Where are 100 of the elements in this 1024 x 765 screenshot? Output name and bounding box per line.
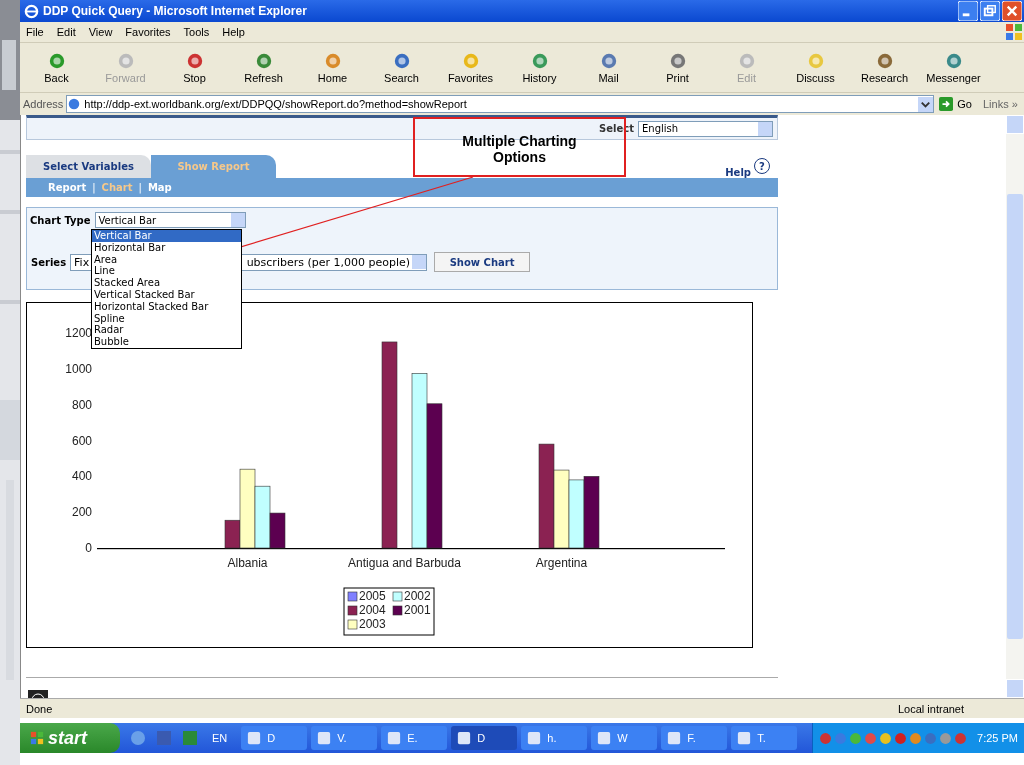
menu-item[interactable]: View (88, 26, 113, 38)
round-icon (392, 51, 411, 70)
window-icon (667, 731, 682, 745)
legend-swatch (392, 591, 403, 602)
show-chart-button[interactable]: Show Chart (434, 252, 531, 272)
menu-item[interactable]: Help (222, 26, 245, 38)
taskbar-button[interactable]: E. (381, 726, 448, 750)
minimize-button[interactable] (958, 1, 978, 21)
dropdown-option[interactable]: Vertical Stacked Bar (92, 289, 241, 301)
toolbar-button[interactable]: Search (367, 45, 436, 90)
tray-icon[interactable] (924, 731, 938, 745)
toolbar-button[interactable]: Print (643, 45, 712, 90)
separator-text: | (92, 182, 96, 193)
category-label: Albania (227, 556, 268, 570)
round-icon (461, 51, 480, 70)
round-icon (116, 51, 135, 70)
round-icon (599, 51, 618, 70)
tray-icon[interactable] (954, 731, 968, 745)
menu-item[interactable]: Favorites (125, 26, 171, 38)
toolbar-button[interactable]: Refresh (229, 45, 298, 90)
document-icon[interactable] (156, 730, 172, 746)
taskbar-button[interactable]: h. (521, 726, 588, 750)
toolbar-button[interactable]: Discuss (781, 45, 850, 90)
tab[interactable]: Select Variables (26, 155, 151, 178)
window-icon (527, 731, 542, 745)
tray-icon[interactable] (819, 731, 833, 745)
start-button[interactable]: start (20, 723, 120, 753)
window-icon (387, 731, 402, 745)
legend-swatch (347, 619, 358, 630)
window-icon (247, 731, 262, 745)
taskbar-button[interactable]: D (241, 726, 308, 750)
round-icon (185, 51, 204, 70)
window-icon (597, 731, 612, 745)
spreadsheet-icon[interactable] (182, 730, 198, 746)
scrollbar[interactable] (1006, 115, 1024, 698)
links-button[interactable]: Links » (983, 98, 1021, 110)
address-field[interactable]: http://ddp-ext.worldbank.org/ext/DDPQQ/showReport.do?method=showReport (66, 95, 935, 113)
toolbar-button[interactable]: Back (22, 45, 91, 90)
menu-item[interactable]: Tools (183, 26, 210, 38)
menu-item[interactable]: Edit (56, 26, 76, 38)
toolbar-button[interactable]: Research (850, 45, 919, 90)
go-button[interactable]: Go (937, 97, 980, 111)
round-icon (875, 51, 894, 70)
dropdown-option[interactable]: Vertical Bar (92, 230, 241, 242)
tray-icon[interactable] (864, 731, 878, 745)
chart-type-label: Chart Type (30, 214, 91, 226)
taskbar-button[interactable]: W (591, 726, 658, 750)
chart-type-select[interactable]: Vertical Bar (94, 212, 246, 228)
tray-icon[interactable] (894, 731, 908, 745)
toolbar-button[interactable]: Mail (574, 45, 643, 90)
tray-icon[interactable] (879, 731, 893, 745)
tick-label: 600 (71, 433, 92, 448)
dropdown-option[interactable]: Area (92, 253, 241, 266)
category-label: Antigua and Barbuda (348, 556, 461, 570)
round-icon (737, 51, 756, 70)
status-text: Done (26, 702, 53, 715)
tray-icon[interactable] (909, 731, 923, 745)
taskbar-button[interactable]: V. (311, 726, 378, 750)
category-label: Argentina (535, 556, 588, 570)
tick-label: 800 (71, 397, 92, 412)
legend-label: 2004 (359, 603, 386, 617)
round-icon (668, 51, 687, 70)
tick-label: 1200 (65, 326, 92, 340)
windows-logo-icon (1004, 22, 1024, 42)
toolbar-button[interactable]: Home (298, 45, 367, 90)
legend-label: 2001 (404, 603, 431, 617)
close-button[interactable] (1002, 1, 1022, 21)
legend-label: 2003 (359, 617, 386, 631)
tick-label: 1000 (65, 361, 92, 376)
address-label: Address (23, 98, 64, 110)
help-link[interactable]: Help (725, 167, 751, 178)
dropdown-option[interactable]: Horizontal Bar (92, 241, 241, 254)
windows-logo-icon (30, 731, 44, 745)
round-icon (944, 51, 963, 70)
dropdown-option[interactable]: Stacked Area (92, 277, 241, 289)
tick-label: 0 (85, 541, 92, 555)
tray-icon[interactable] (939, 731, 953, 745)
legend-swatch (347, 591, 358, 602)
tray-icon[interactable] (834, 731, 848, 745)
toolbar-button[interactable]: Favorites (436, 45, 505, 90)
toolbar-button[interactable]: History (505, 45, 574, 90)
arrow-icon (939, 97, 954, 111)
browser-icon[interactable] (130, 730, 146, 746)
toolbar-button[interactable]: Messenger (919, 45, 988, 90)
round-icon (254, 51, 273, 70)
dropdown-option[interactable]: Spline (92, 312, 241, 325)
restore-button[interactable] (980, 1, 1000, 21)
language-select[interactable]: English (638, 120, 773, 137)
taskbar-button[interactable]: D (451, 726, 518, 750)
window-icon (317, 731, 332, 745)
dropdown-option[interactable]: Radar (92, 324, 241, 337)
taskbar-button[interactable]: T. (731, 726, 798, 750)
toolbar-button[interactable]: Stop (160, 45, 229, 90)
taskbar-button[interactable]: F. (661, 726, 728, 750)
tray-icon[interactable] (849, 731, 863, 745)
language-indicator[interactable]: EN (212, 732, 228, 744)
menu-item[interactable]: File (26, 26, 44, 38)
dropdown-option[interactable]: Bubble (92, 336, 241, 348)
series-label: Series (31, 256, 67, 268)
dropdown-option[interactable]: Horizontal Stacked Bar (92, 300, 241, 313)
